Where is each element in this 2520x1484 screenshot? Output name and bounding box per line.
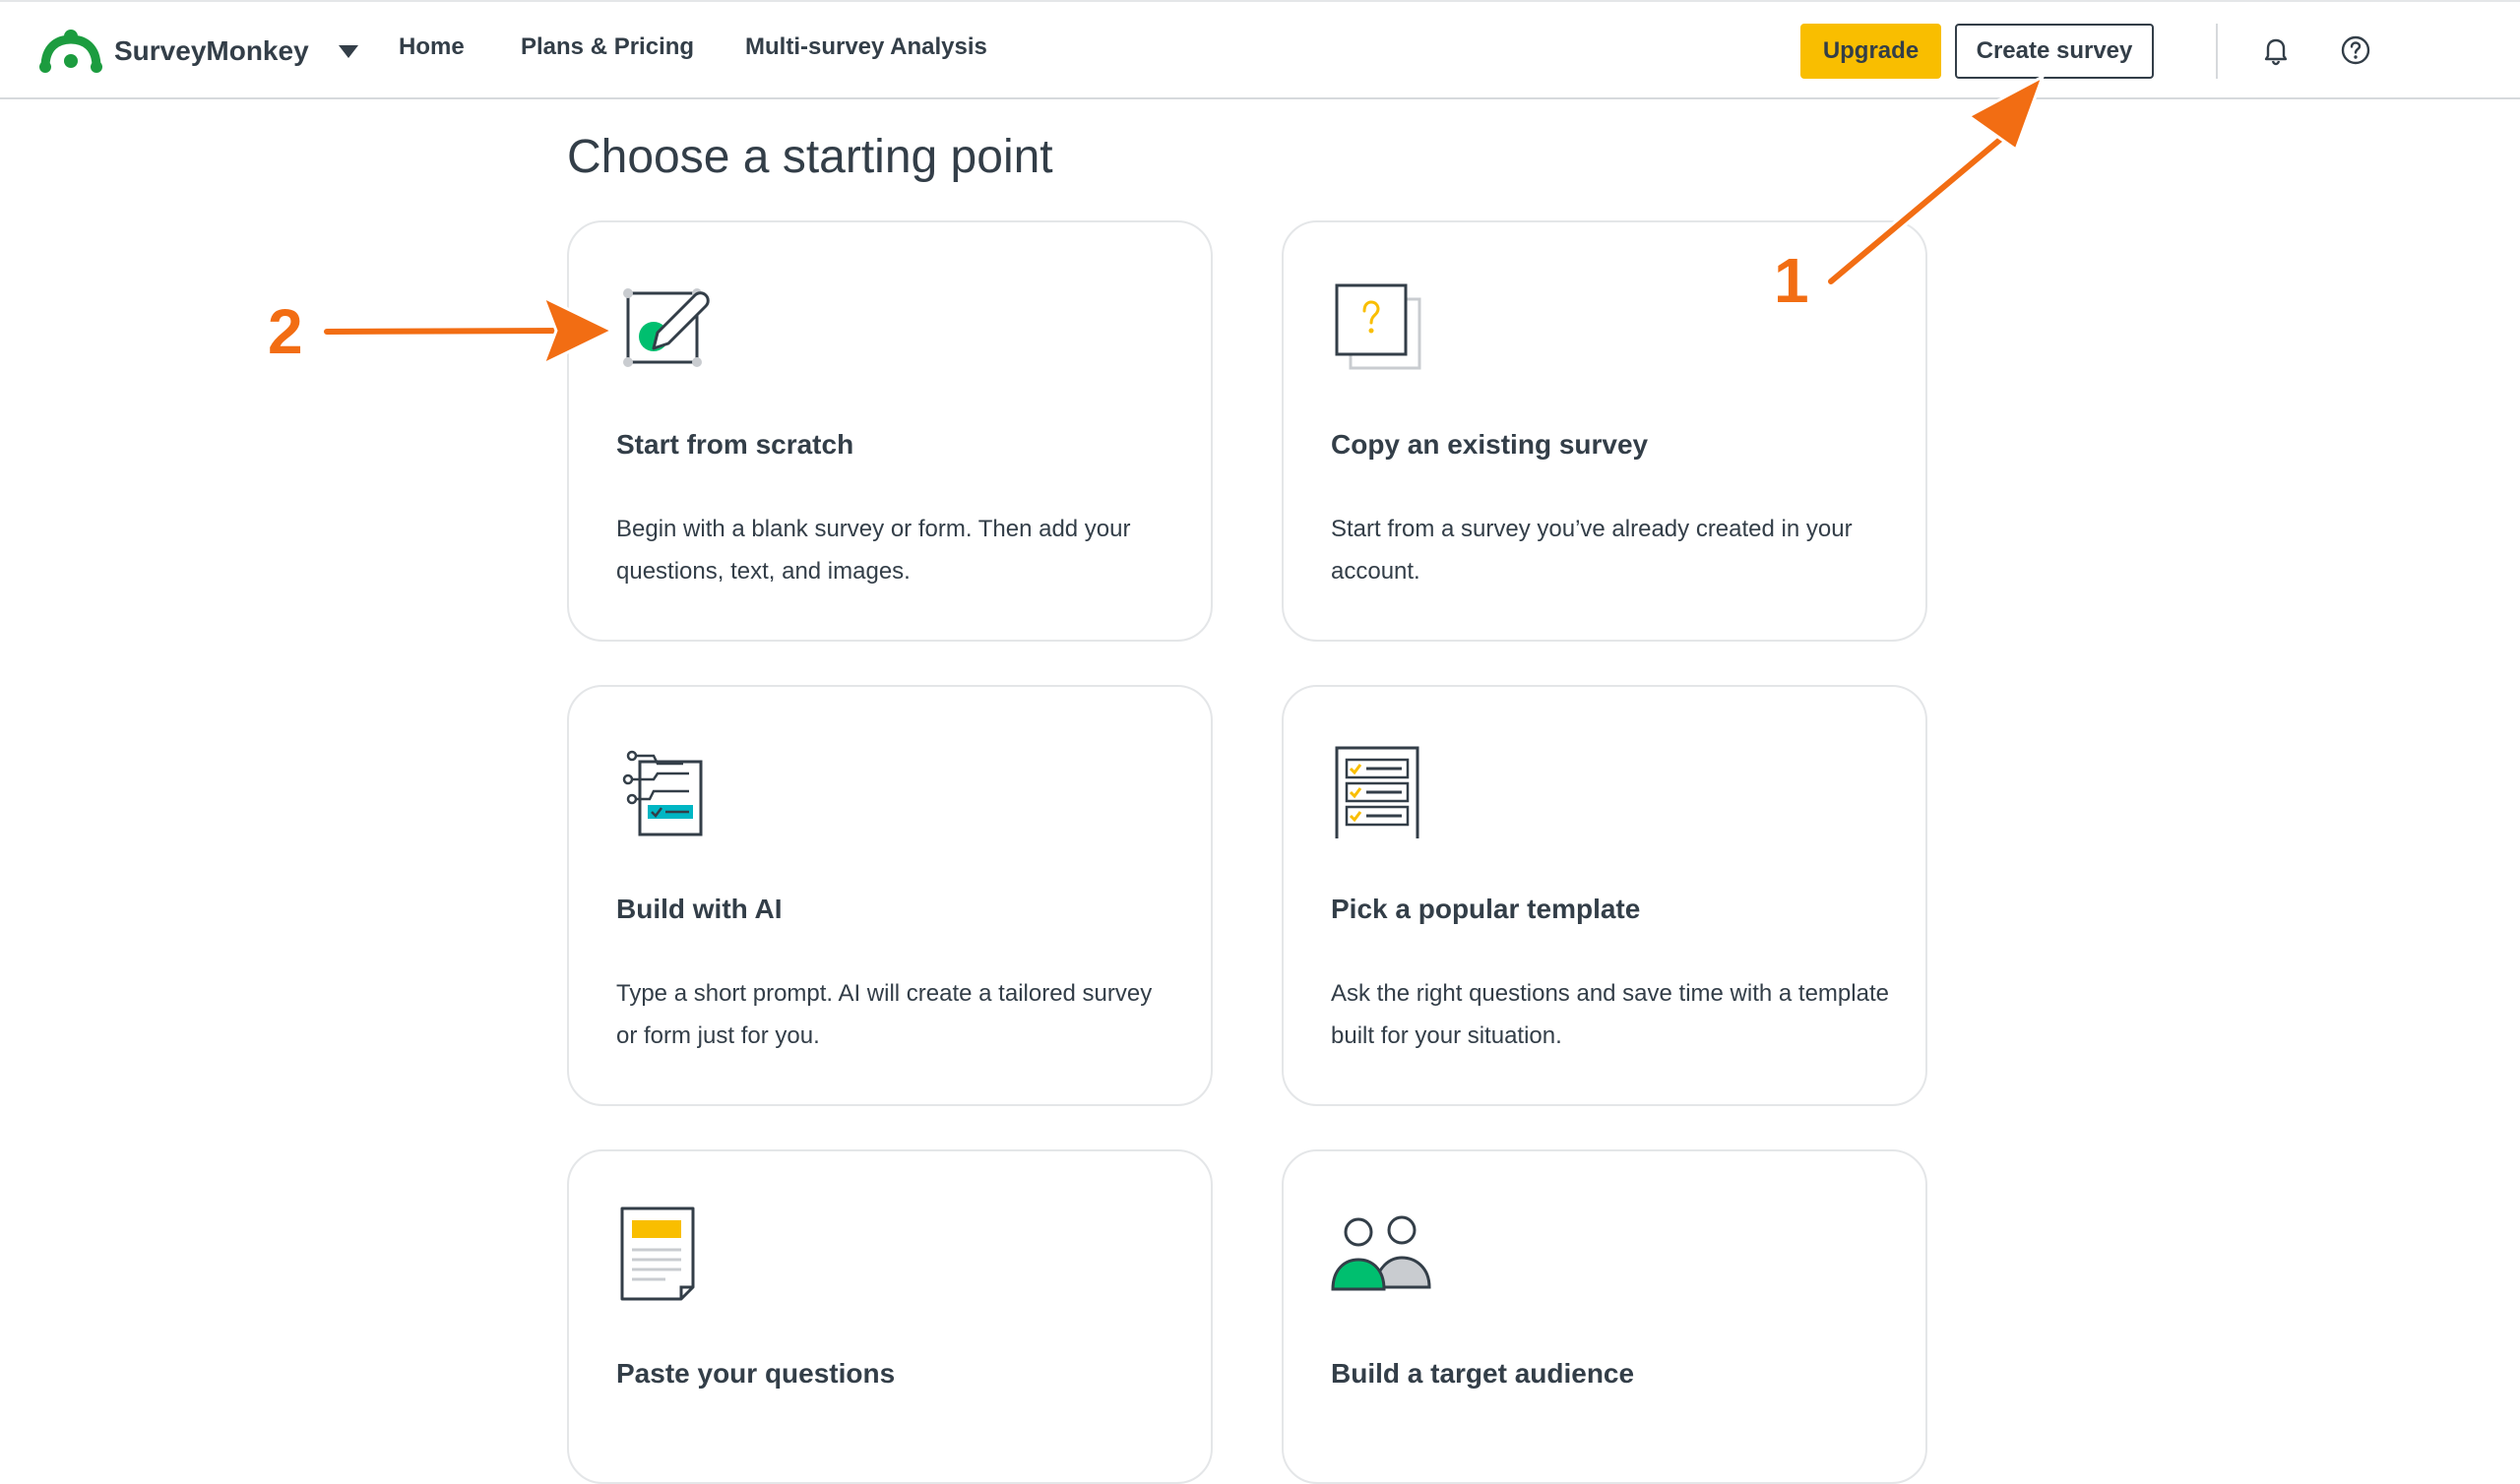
annotation-number-2: 2 <box>268 296 303 367</box>
help-icon[interactable] <box>2340 34 2371 66</box>
card-description: Ask the right questions and save time wi… <box>1331 980 1889 1049</box>
copy-question-icon <box>1335 283 1421 370</box>
checklist-template-icon <box>1335 746 1419 838</box>
card-title: Paste your questions <box>616 1358 896 1389</box>
top-navigation-bar: SurveyMonkey Home Plans & Pricing Multi-… <box>0 0 2520 99</box>
card-pick-popular-template[interactable]: Pick a popular template Ask the right qu… <box>1282 685 1927 1106</box>
card-copy-existing-survey[interactable]: Copy an existing survey Start from a sur… <box>1282 220 1927 642</box>
card-build-with-ai[interactable]: Build with AI Type a short prompt. AI wi… <box>567 685 1213 1106</box>
surveymonkey-logo-icon <box>39 30 102 73</box>
nav-plans-pricing[interactable]: Plans & Pricing <box>521 33 694 61</box>
create-survey-button[interactable]: Create survey <box>1955 24 2154 79</box>
card-title: Copy an existing survey <box>1331 429 1649 460</box>
annotation-number-1: 1 <box>1774 245 1809 316</box>
pencil-edit-icon <box>623 288 710 367</box>
nav-home[interactable]: Home <box>399 33 465 61</box>
card-build-target-audience[interactable]: Build a target audience <box>1282 1149 1927 1484</box>
card-title: Pick a popular template <box>1331 894 1641 924</box>
brand-logo[interactable]: SurveyMonkey <box>39 28 358 75</box>
card-description: Begin with a blank survey or form. Then … <box>616 516 1131 585</box>
brand-name: SurveyMonkey <box>114 35 309 66</box>
card-title: Start from scratch <box>616 429 854 460</box>
nav-multi-survey-analysis[interactable]: Multi-survey Analysis <box>745 33 987 61</box>
audience-people-icon <box>1331 1215 1431 1291</box>
card-title: Build a target audience <box>1331 1358 1635 1389</box>
bell-icon[interactable] <box>2260 34 2292 66</box>
ai-build-icon <box>622 750 703 836</box>
card-paste-your-questions[interactable]: Paste your questions <box>567 1149 1213 1484</box>
card-title: Build with AI <box>616 894 783 924</box>
header-divider <box>2216 24 2218 79</box>
annotation-arrows <box>321 75 2045 366</box>
card-description: Start from a survey you’ve already creat… <box>1331 516 1853 585</box>
card-description: Type a short prompt. AI will create a ta… <box>616 980 1153 1049</box>
page-title: Choose a starting point <box>567 131 1053 183</box>
card-start-from-scratch[interactable]: Start from scratch Begin with a blank su… <box>567 220 1213 642</box>
upgrade-button[interactable]: Upgrade <box>1800 24 1941 79</box>
paste-document-icon <box>620 1206 695 1301</box>
chevron-down-icon[interactable] <box>338 44 358 58</box>
